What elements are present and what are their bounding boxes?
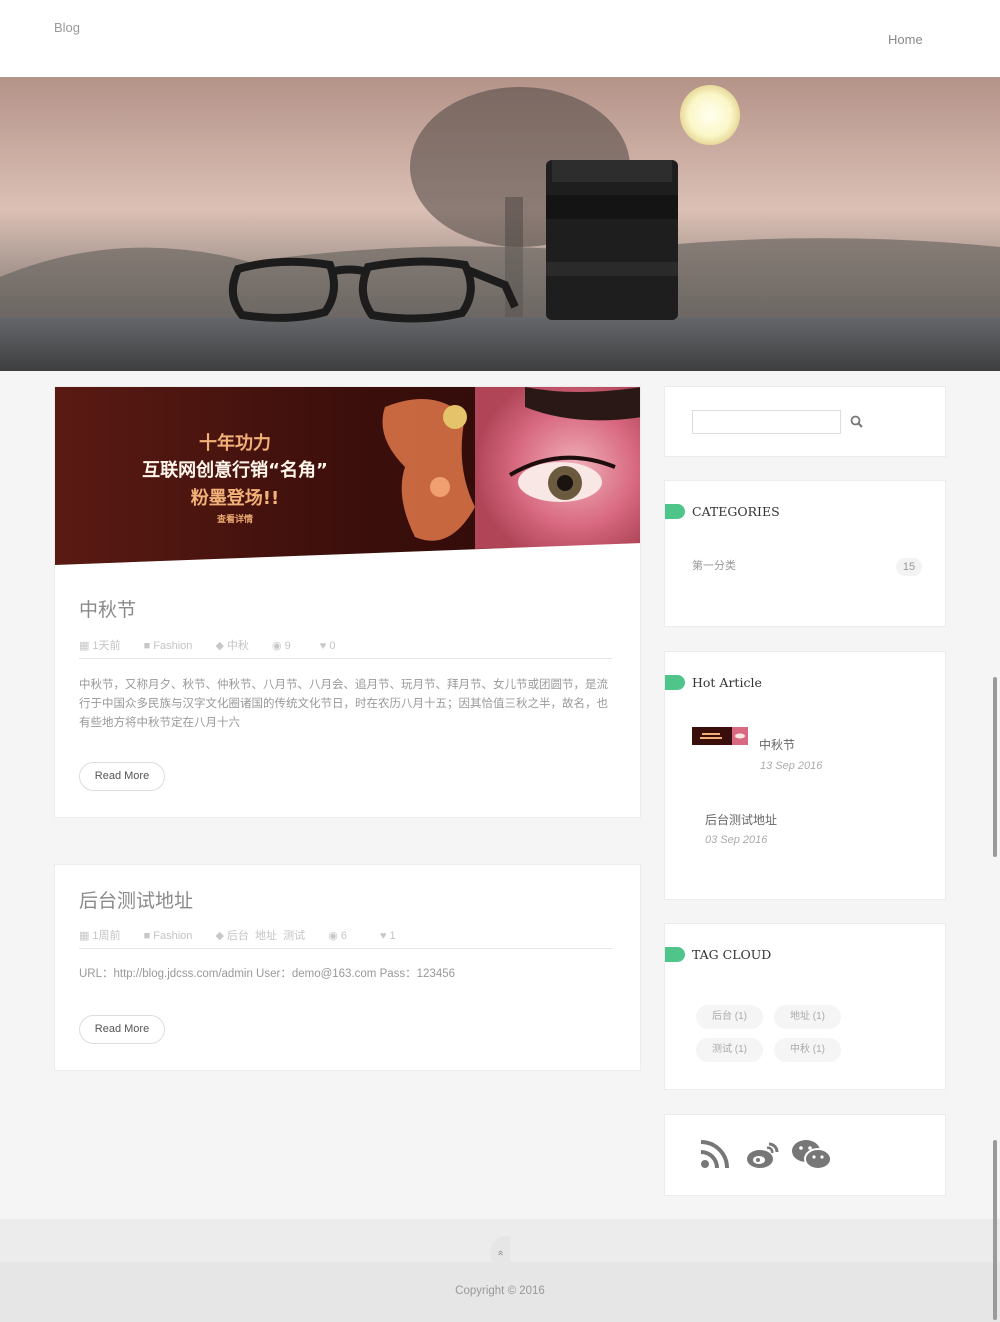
post-meta: ▦ 1周前 ■ Fashion ◆ 后台 地址 测试 ◉ 6 ♥ 1	[79, 927, 612, 949]
post-meta: ▦ 1天前 ■ Fashion ◆ 中秋 ◉ 9 ♥ 0	[79, 637, 612, 659]
footer: Copyright © 2016	[0, 1262, 1000, 1322]
calendar-icon: ▦	[79, 930, 90, 942]
widget-marker	[665, 947, 685, 962]
widget-title: Hot Article	[692, 675, 762, 690]
hot-article-widget: Hot Article 中秋节 13 Sep 2016 后台测试地址 03 Se…	[664, 651, 946, 900]
meta-views: ◉ 6	[328, 930, 347, 942]
folder-icon: ■	[143, 930, 151, 942]
post-excerpt: URL：http://blog.jdcss.com/admin User：dem…	[79, 968, 456, 980]
post-card: 十年功力 互联网创意行销“名角” 粉墨登场!! 查看详情 中秋节 ▦ 1天前 ■ F…	[54, 386, 641, 818]
tag-pill[interactable]: 地址 (1)	[774, 1005, 841, 1029]
rss-icon[interactable]	[699, 1138, 731, 1170]
read-more-button[interactable]: Read More	[79, 1015, 165, 1044]
category-link[interactable]: 第一分类	[692, 557, 736, 573]
widget-title: CATEGORIES	[692, 504, 780, 519]
post-card: 后台测试地址 ▦ 1周前 ■ Fashion ◆ 后台 地址 测试 ◉ 6 ♥ 1 URL…	[54, 864, 641, 1071]
read-more-button[interactable]: Read More	[79, 762, 165, 791]
post-title[interactable]: 中秋节	[79, 595, 136, 622]
meta-category[interactable]: ■ Fashion	[144, 930, 203, 942]
tag-icon: ◆	[215, 930, 224, 942]
post-title[interactable]: 后台测试地址	[79, 886, 193, 913]
post-excerpt: 中秋节，又称月夕、秋节、仲秋节、八月节、八月会、追月节、玩月节、拜月节、女儿节或…	[79, 679, 608, 729]
meta-date: ▦ 1天前	[79, 640, 121, 652]
search-input[interactable]	[692, 410, 841, 434]
brand-logo[interactable]: Blog	[54, 20, 80, 35]
hot-article-thumbnail[interactable]	[692, 727, 748, 745]
meta-views: ◉ 9	[271, 640, 291, 652]
hot-article-date: 13 Sep 2016	[760, 760, 823, 772]
copyright-text: Copyright © 2016	[455, 1285, 545, 1297]
heart-icon: ♥	[319, 640, 327, 652]
banner-line-4[interactable]: 查看详情	[125, 513, 345, 527]
folder-icon: ■	[143, 640, 151, 652]
calendar-icon: ▦	[79, 640, 90, 652]
social-widget	[664, 1114, 946, 1196]
tag-cloud-widget: TAG CLOUD 后台 (1) 地址 (1) 测试 (1) 中秋 (1)	[664, 923, 946, 1090]
widget-marker	[665, 675, 685, 690]
tag-pill[interactable]: 测试 (1)	[696, 1038, 763, 1062]
hot-article-title[interactable]: 后台测试地址	[705, 811, 777, 828]
widget-marker	[665, 504, 685, 519]
banner-line-2: 互联网创意行销“名角”	[142, 460, 328, 481]
banner-line-3: 粉墨登场!!	[190, 488, 280, 509]
scrollbar-thumb[interactable]	[993, 677, 997, 857]
meta-date: ▦ 1周前	[79, 930, 121, 942]
widget-title: TAG CLOUD	[692, 947, 772, 962]
wechat-icon[interactable]	[791, 1138, 833, 1172]
eye-icon: ◉	[271, 640, 282, 652]
scrollbar-thumb[interactable]	[993, 1140, 997, 1320]
top-bar: Blog Home	[0, 0, 1000, 77]
category-count-badge: 15	[896, 558, 922, 576]
tag-pill[interactable]: 后台 (1)	[696, 1005, 763, 1029]
hot-article-date: 03 Sep 2016	[705, 834, 768, 846]
meta-tags[interactable]: ◆ 中秋	[215, 637, 258, 653]
heart-icon: ♥	[380, 930, 387, 942]
hot-article-title[interactable]: 中秋节	[759, 736, 795, 753]
meta-likes[interactable]: ♥ 0	[320, 640, 346, 652]
hero-image	[0, 77, 1000, 371]
categories-widget: CATEGORIES 第一分类 15	[664, 480, 946, 627]
meta-tags[interactable]: ◆ 后台 地址 测试	[215, 927, 315, 943]
weibo-icon[interactable]	[745, 1138, 781, 1170]
nav-home-link[interactable]: Home	[888, 32, 923, 47]
eye-icon: ◉	[328, 930, 338, 942]
search-widget	[664, 386, 946, 457]
post-banner-image[interactable]: 十年功力 互联网创意行销“名角” 粉墨登场!! 查看详情	[55, 387, 640, 567]
banner-line-1: 十年功力	[199, 433, 271, 454]
tag-pill[interactable]: 中秋 (1)	[774, 1038, 841, 1062]
search-icon[interactable]	[849, 414, 865, 430]
tag-icon: ◆	[215, 640, 224, 652]
meta-category[interactable]: ■ Fashion	[144, 640, 203, 652]
meta-likes[interactable]: ♥ 1	[380, 930, 406, 942]
